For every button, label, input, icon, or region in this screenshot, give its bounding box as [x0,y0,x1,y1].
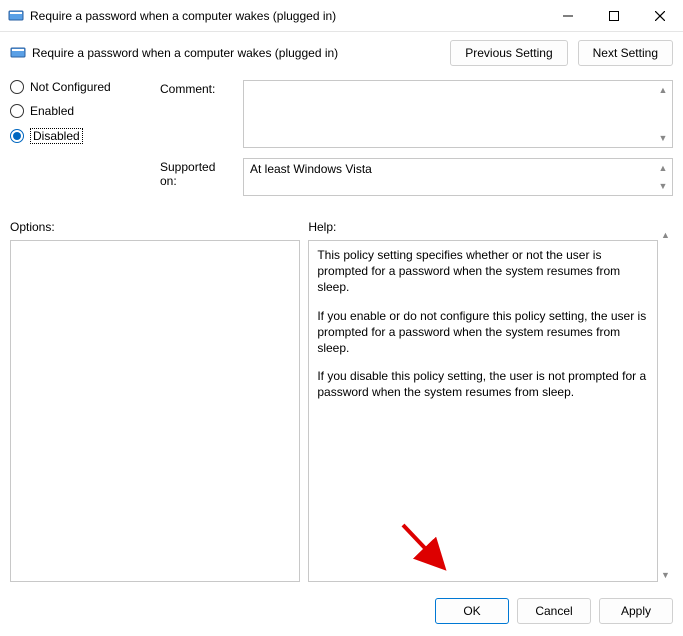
radio-label: Enabled [30,104,74,118]
radio-icon [10,129,24,143]
cancel-button[interactable]: Cancel [517,598,591,624]
radio-label: Disabled [30,128,83,144]
radio-disabled[interactable]: Disabled [10,128,140,144]
ok-button[interactable]: OK [435,598,509,624]
help-label: Help: [308,220,658,234]
title-bar: Require a password when a computer wakes… [0,0,683,32]
scroll-up-icon[interactable]: ▲ [661,228,670,242]
apply-button[interactable]: Apply [599,598,673,624]
window-title: Require a password when a computer wakes… [30,9,545,23]
help-text: This policy setting specifies whether or… [317,247,649,296]
radio-label: Not Configured [30,80,111,94]
policy-title: Require a password when a computer wakes… [32,46,450,60]
previous-setting-button[interactable]: Previous Setting [450,40,567,66]
supported-on-label: Supported on: [160,158,235,196]
comment-input[interactable]: ▲ ▼ [243,80,673,148]
radio-icon [10,80,24,94]
options-label: Options: [10,220,300,234]
scroll-up-icon[interactable]: ▲ [656,83,670,97]
scroll-down-icon[interactable]: ▼ [656,179,670,193]
minimize-button[interactable] [545,0,591,32]
help-panel: This policy setting specifies whether or… [308,240,658,582]
scroll-down-icon[interactable]: ▼ [656,131,670,145]
supported-on-value: At least Windows Vista [250,162,372,176]
help-text: If you enable or do not configure this p… [317,308,649,357]
supported-on-box: At least Windows Vista ▲ ▼ [243,158,673,196]
radio-icon [10,104,24,118]
scroll-up-icon[interactable]: ▲ [656,161,670,175]
maximize-button[interactable] [591,0,637,32]
scroll-down-icon[interactable]: ▼ [661,568,670,582]
app-icon [8,8,24,24]
help-text: If you disable this policy setting, the … [317,368,649,400]
policy-icon [10,45,26,61]
comment-label: Comment: [160,80,235,148]
radio-enabled[interactable]: Enabled [10,104,140,118]
next-setting-button[interactable]: Next Setting [578,40,673,66]
radio-not-configured[interactable]: Not Configured [10,80,140,94]
options-panel [10,240,300,582]
close-button[interactable] [637,0,683,32]
